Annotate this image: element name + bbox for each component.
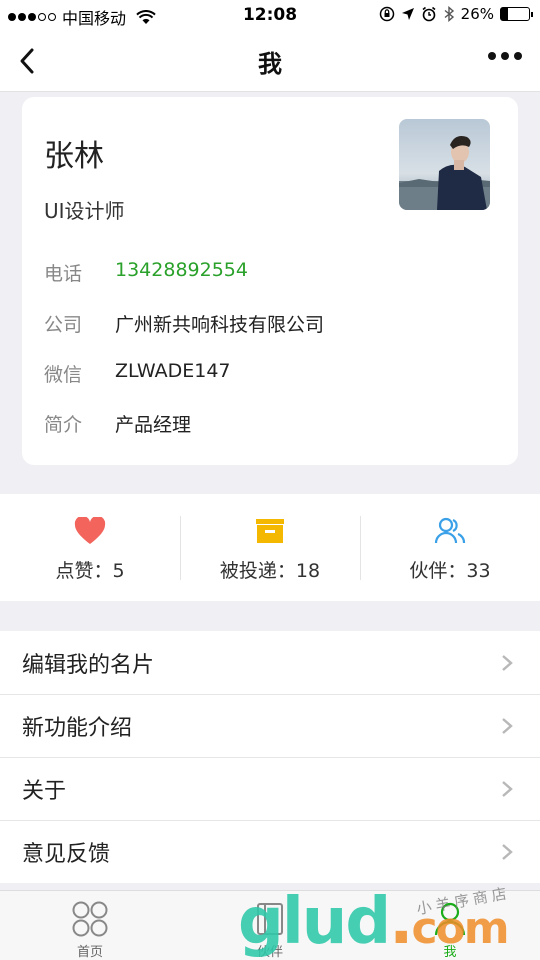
info-value: 产品经理 [115,414,192,436]
stat-partners[interactable]: 伙伴：33 [360,494,540,601]
alarm-icon [422,6,436,22]
menu-item-feedback[interactable]: 意见反馈 [0,820,540,883]
tab-bar: 首页 伙伴 我 [0,890,540,960]
info-row-wechat: 微信 ZLWADE147 [44,360,231,387]
box-icon [256,519,284,543]
chevron-right-icon [502,655,513,671]
battery-icon [500,7,533,21]
avatar[interactable] [399,119,490,210]
chevron-right-icon [502,718,513,734]
menu-item-label: 关于 [22,778,67,804]
info-label: 微信 [44,364,83,386]
heart-icon [74,517,106,544]
tab-label: 首页 [76,945,103,960]
stat-deliveries-label: 被投递：18 [219,560,321,582]
info-value: 广州新共响科技有限公司 [115,314,325,336]
menu-item-label: 编辑我的名片 [22,652,155,678]
info-label: 公司 [44,314,83,336]
tab-me[interactable]: 我 [360,891,540,960]
info-row-company: 公司 广州新共响科技有限公司 [44,310,324,337]
menu-item-about[interactable]: 关于 [0,757,540,820]
partners-icon [434,517,466,544]
settings-menu: 编辑我的名片 新功能介绍 关于 意见反馈 [0,631,540,883]
page-title: 我 [258,50,282,78]
battery-percent: 26% [460,5,494,23]
location-icon [401,8,414,20]
info-row-intro: 简介 产品经理 [44,410,191,437]
info-row-phone: 电话 13428892554 [44,259,248,286]
profile-job-title: UI设计师 [44,199,125,223]
status-right: 26% [379,5,533,23]
status-bar: 中国移动 12:08 26% [0,0,540,30]
battery-level [501,8,509,20]
rotation-lock-icon [379,6,394,22]
stat-likes-label: 点赞：5 [55,560,125,582]
info-label: 电话 [44,263,83,285]
avatar-photo [399,119,490,210]
grid-icon [72,901,108,937]
profile-card: 张林 UI设计师 电话 13428892554 公司 广州新共响科技有限公司 微… [22,97,518,465]
menu-item-edit-card[interactable]: 编辑我的名片 [0,631,540,694]
stat-deliveries[interactable]: 被投递：18 [180,494,360,601]
tab-label: 我 [443,945,457,960]
menu-item-label: 意见反馈 [22,841,111,867]
tab-partners[interactable]: 伙伴 [180,891,360,960]
book-icon [257,903,283,935]
stats-bar: 点赞：5 被投递：18 伙伴：33 [0,494,540,601]
profile-name: 张林 [44,139,104,174]
menu-item-new-features[interactable]: 新功能介绍 [0,694,540,757]
tab-home[interactable]: 首页 [0,891,180,960]
chevron-right-icon [502,781,513,797]
nav-bar: 我 [0,30,540,92]
chevron-right-icon [502,844,513,860]
bluetooth-icon [444,6,454,22]
more-dots-icon[interactable] [488,52,522,60]
stat-likes[interactable]: 点赞：5 [0,494,180,601]
info-label: 简介 [44,414,83,436]
person-icon [434,902,466,936]
info-value: ZLWADE147 [115,360,231,382]
menu-item-label: 新功能介绍 [22,715,133,741]
phone-number-link[interactable]: 13428892554 [115,259,248,286]
stat-partners-label: 伙伴：33 [409,560,491,582]
tab-label: 伙伴 [256,945,283,960]
